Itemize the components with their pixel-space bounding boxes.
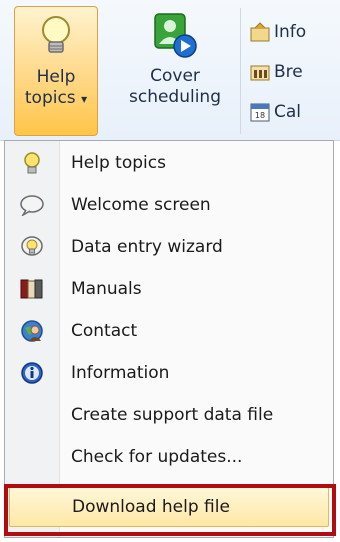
lightbulb-icon xyxy=(24,152,40,174)
speech-bubble-icon xyxy=(20,195,44,216)
menu-item-create-support-data-file[interactable]: Create support data file xyxy=(5,395,333,435)
menu-item-check-for-updates[interactable]: Check for updates... xyxy=(5,437,333,477)
info-icon xyxy=(21,362,43,384)
menu-item-help-topics[interactable]: Help topics xyxy=(5,143,333,183)
menu-item-contact[interactable]: Contact xyxy=(5,311,333,351)
svg-text:18: 18 xyxy=(255,111,265,120)
wizard-bulb-icon xyxy=(21,236,43,256)
lightbulb-icon xyxy=(42,16,70,53)
cover-scheduling-line2: scheduling xyxy=(128,87,221,107)
contact-globe-icon xyxy=(21,320,43,342)
menu-item-data-entry-wizard[interactable]: Data entry wizard xyxy=(5,227,333,267)
info-ribbon-button[interactable]: Info xyxy=(250,12,306,52)
info-icon xyxy=(250,22,270,42)
help-topics-menu: Help topics Welcome screen Data entry wi… xyxy=(4,140,334,538)
cover-scheduling-button[interactable]: Cover scheduling xyxy=(112,6,238,136)
ribbon-separator xyxy=(240,8,241,134)
menu-item-manuals[interactable]: Manuals xyxy=(5,269,333,309)
book-icon xyxy=(20,279,43,299)
cover-scheduling-icon xyxy=(154,13,197,58)
chevron-down-icon: ▾ xyxy=(81,92,88,106)
cal-ribbon-button[interactable]: 18 Cal xyxy=(250,92,306,132)
bre-ribbon-button[interactable]: Bre xyxy=(250,52,306,92)
cover-scheduling-line1: Cover xyxy=(150,66,200,86)
help-topics-button[interactable]: Help topics ▾ xyxy=(14,6,98,136)
help-topics-line2: topics ▾ xyxy=(24,88,88,108)
ribbon-small-buttons: Info Bre 18 Cal xyxy=(250,12,306,132)
menu-item-welcome-screen[interactable]: Welcome screen xyxy=(5,185,333,225)
break-icon xyxy=(250,65,270,81)
ribbon: Help topics ▾ Cover scheduling Info Bre … xyxy=(0,0,340,141)
calendar-icon: 18 xyxy=(250,103,270,122)
menu-item-information[interactable]: Information xyxy=(5,353,333,393)
help-topics-line1: Help xyxy=(36,67,76,87)
annotation-highlight-box xyxy=(4,484,336,536)
